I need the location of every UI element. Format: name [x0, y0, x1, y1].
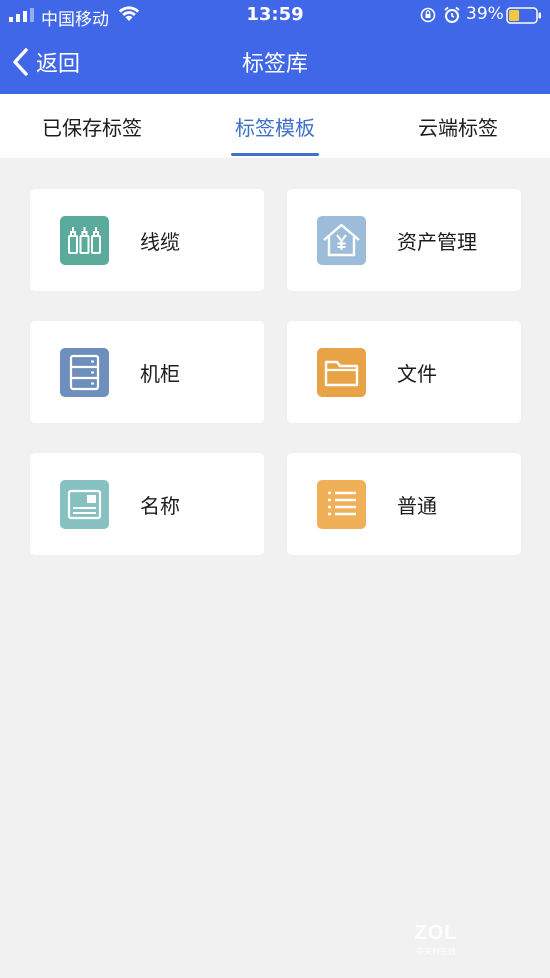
tab-label-templates[interactable]: 标签模板 — [205, 94, 345, 158]
template-label: 线缆 — [140, 229, 180, 254]
cable-icon — [60, 216, 109, 265]
wifi-icon — [118, 6, 140, 21]
watermark-subtitle: 中关村在线 — [416, 947, 456, 956]
template-label: 资产管理 — [397, 229, 477, 254]
alarm-icon — [444, 6, 460, 23]
carrier-name: 中国移动 — [41, 10, 109, 30]
tab-saved-labels[interactable]: 已保存标签 — [22, 94, 162, 158]
template-card-cable[interactable]: 线缆 — [30, 189, 264, 291]
template-card-cabinet[interactable]: 机柜 — [30, 321, 264, 423]
asset-house-icon — [317, 216, 366, 265]
rotation-lock-icon — [420, 7, 436, 23]
nav-bar: 返回 标签库 — [0, 32, 550, 94]
back-button[interactable]: 返回 — [10, 44, 100, 80]
list-icon — [317, 480, 366, 529]
template-label: 机柜 — [140, 361, 180, 386]
chevron-left-icon — [13, 48, 28, 76]
template-label: 名称 — [140, 493, 180, 518]
template-card-name[interactable]: 名称 — [30, 453, 264, 555]
status-bar: 中国移动 13:59 39% — [0, 0, 550, 32]
signal-icon — [9, 8, 34, 22]
cabinet-icon — [60, 348, 109, 397]
tab-bar: 已保存标签 标签模板 云端标签 — [0, 94, 550, 158]
folder-icon — [317, 348, 366, 397]
battery-percent: 39% — [466, 4, 504, 24]
template-card-general[interactable]: 普通 — [287, 453, 521, 555]
template-label: 普通 — [397, 493, 437, 518]
zol-watermark: ZOL 中关村在线 — [404, 922, 468, 962]
tab-cloud-labels[interactable]: 云端标签 — [388, 94, 528, 158]
active-tab-indicator — [231, 153, 319, 156]
battery-icon — [506, 7, 541, 24]
watermark-logo: ZOL — [414, 922, 458, 944]
template-card-file[interactable]: 文件 — [287, 321, 521, 423]
template-label: 文件 — [397, 361, 437, 386]
back-label: 返回 — [36, 52, 81, 77]
template-card-asset-management[interactable]: 资产管理 — [287, 189, 521, 291]
name-card-icon — [60, 480, 109, 529]
